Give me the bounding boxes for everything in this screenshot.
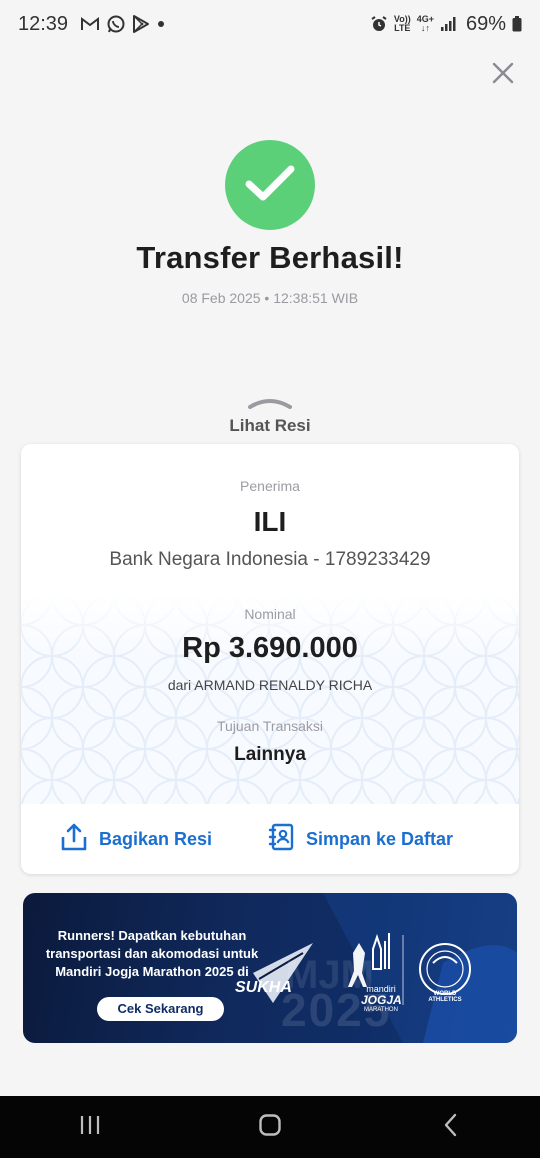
page-title: Transfer Berhasil! <box>136 240 404 275</box>
amount-label: Nominal <box>244 606 296 622</box>
volte-icon: Vo)) LTE <box>394 15 411 33</box>
share-receipt-button[interactable]: Bagikan Resi <box>61 823 212 856</box>
view-receipt-label: Lihat Resi <box>229 416 311 435</box>
close-button[interactable] <box>488 60 518 90</box>
battery-percent: 69% <box>465 12 506 35</box>
back-button[interactable] <box>420 1097 480 1157</box>
play-store-icon <box>132 14 150 34</box>
home-icon <box>258 1113 282 1142</box>
whatsapp-icon <box>106 14 126 34</box>
mandiri-jogja-marathon-logo: mandiri JOGJA MARATHON <box>361 985 402 1014</box>
banner-message: Runners! Dapatkan kebutuhan transportasi… <box>37 927 267 981</box>
banner-line-1: Runners! Dapatkan kebutuhan <box>57 928 247 943</box>
promo-banner[interactable]: MJM 2025 Runners! Dapatkan kebutuhan tra… <box>23 893 517 1043</box>
recipient-name: ILI <box>253 506 287 537</box>
alarm-icon <box>370 15 388 33</box>
save-to-list-button[interactable]: Simpan ke Daftar <box>268 823 453 856</box>
status-right: Vo)) LTE 4G+ ↓↑ 69% <box>370 13 522 36</box>
view-receipt-toggle[interactable]: Lihat Resi <box>170 396 370 436</box>
4g-icon: 4G+ ↓↑ <box>417 15 434 33</box>
share-icon <box>61 823 87 856</box>
success-badge <box>225 140 315 230</box>
gmail-icon <box>80 16 100 32</box>
checkmark-icon <box>244 163 296 208</box>
data-arrows-icon: ↓↑ <box>420 23 430 33</box>
receipt-actions: Bagikan Resi Simpan ke Daftar <box>21 814 519 864</box>
recent-apps-button[interactable] <box>60 1097 120 1157</box>
check-now-button[interactable]: Cek Sekarang <box>97 997 224 1021</box>
close-icon <box>491 61 515 90</box>
transaction-purpose: Lainnya <box>234 744 306 765</box>
status-bar: 12:39 Vo)) LTE 4G+ ↓↑ 69% <box>0 0 540 48</box>
recent-apps-icon <box>79 1115 101 1140</box>
status-left: 12:39 <box>18 13 166 36</box>
sender-name: dari ARMAND RENALDY RICHA <box>167 677 373 693</box>
home-button[interactable] <box>240 1097 300 1157</box>
receipt-card: Penerima ILI Bank Negara Indonesia - 178… <box>21 444 519 874</box>
sukha-logo: SUKHA <box>235 979 292 996</box>
signal-icon <box>440 16 456 32</box>
contact-book-icon <box>268 823 294 856</box>
banner-line-2: transportasi dan akomodasi untuk <box>45 946 259 961</box>
world-athletics-logo: WORLD ATHLETICS <box>428 991 462 1003</box>
back-icon <box>443 1113 457 1142</box>
logo-marathon: MARATHON <box>364 1007 398 1013</box>
share-receipt-label: Bagikan Resi <box>99 828 213 849</box>
transfer-amount: Rp 3.690.000 <box>182 632 358 664</box>
recipient-label: Penerima <box>240 478 300 494</box>
card-background-pattern <box>21 594 519 804</box>
volte-bottom-label: LTE <box>394 23 411 33</box>
banner-line-3: Mandiri Jogja Marathon 2025 di <box>55 964 249 979</box>
save-to-list-label: Simpan ke Daftar <box>306 828 454 849</box>
chevron-up-icon <box>246 396 294 414</box>
status-time: 12:39 <box>18 12 69 35</box>
battery-icon <box>512 16 522 32</box>
purpose-label: Tujuan Transaksi <box>216 718 324 734</box>
logo-jogja: JOGJA <box>361 993 402 1007</box>
recipient-bank-account: Bank Negara Indonesia - 1789233429 <box>109 549 431 570</box>
transaction-datetime: 08 Feb 2025 • 12:38:51 WIB <box>181 290 359 306</box>
system-navigation-bar <box>0 1096 540 1158</box>
dot-icon <box>156 19 166 29</box>
